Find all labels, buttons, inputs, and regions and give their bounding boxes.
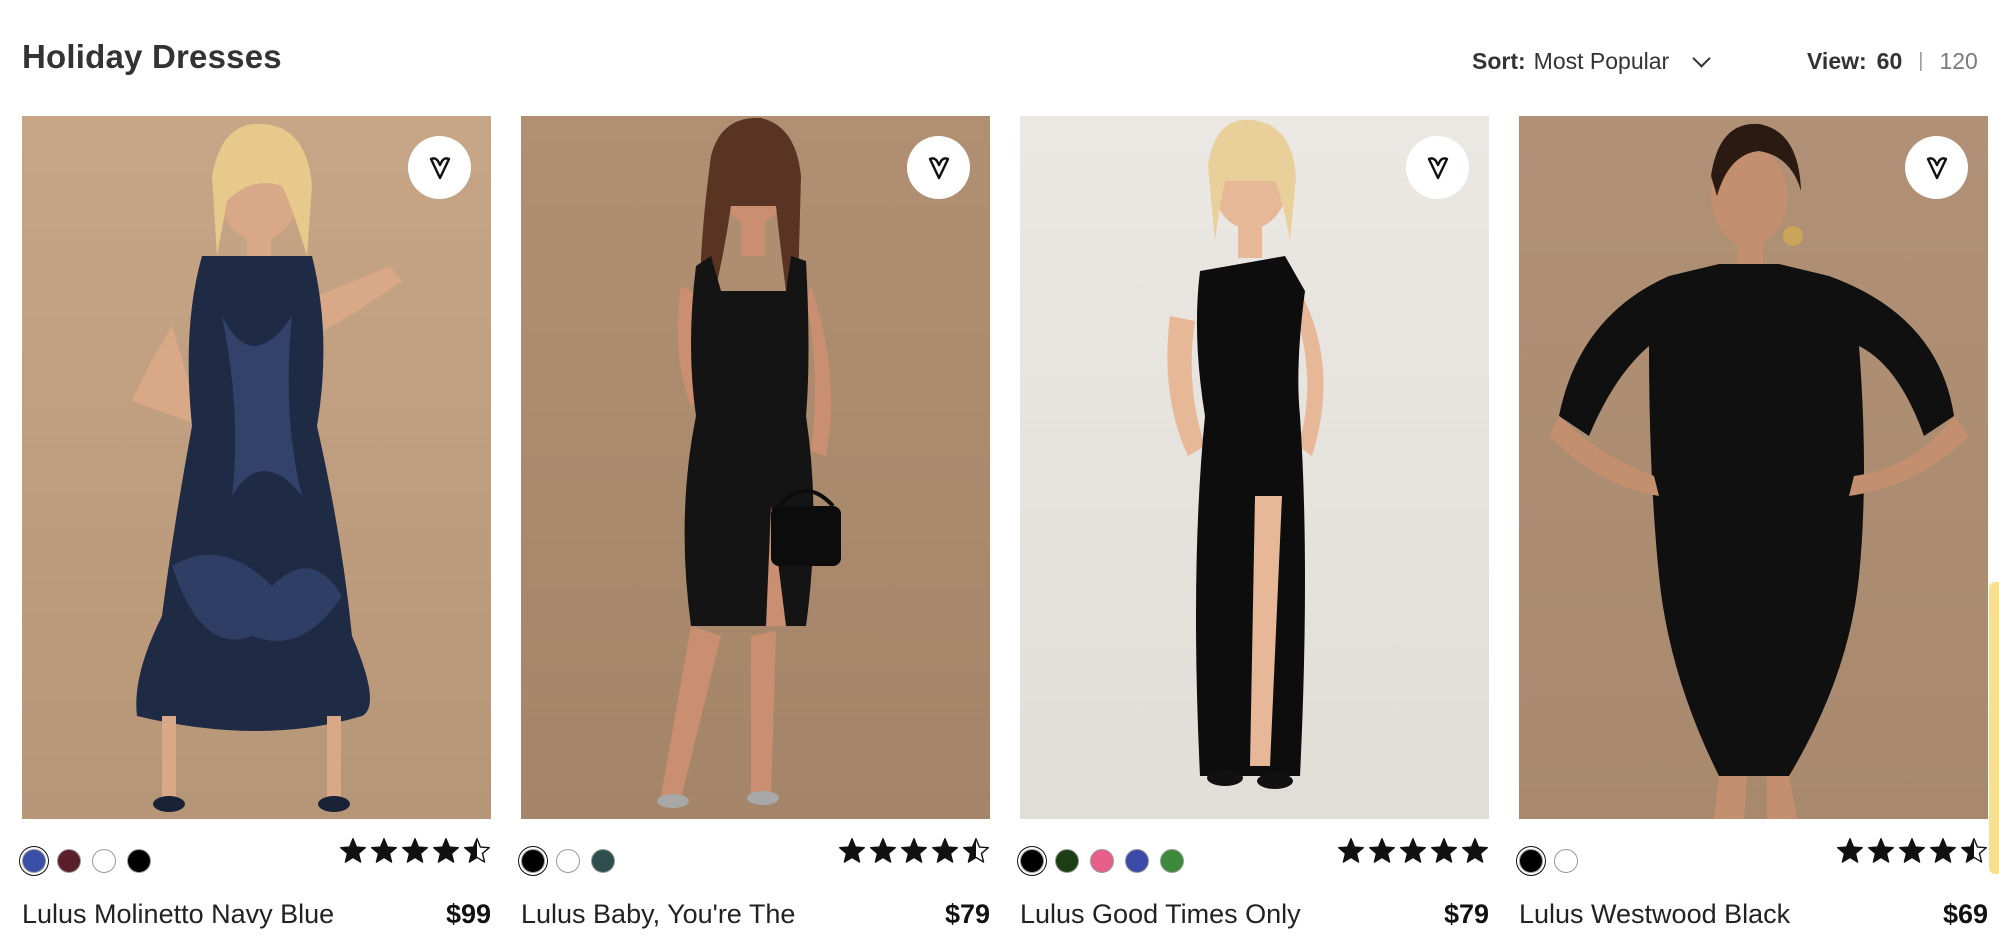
chevron-down-icon[interactable]: [1692, 49, 1711, 68]
sort-dropdown[interactable]: Sort: Most Popular: [1472, 48, 1711, 75]
product-image[interactable]: [22, 116, 491, 819]
side-tab-accent[interactable]: [1989, 582, 1999, 874]
color-swatch-wine[interactable]: [57, 849, 81, 873]
product-name[interactable]: Lulus Molinetto Navy Blue: [22, 899, 334, 930]
star-icon: [340, 838, 366, 863]
star-rating: [838, 837, 990, 865]
color-swatch-dark-green[interactable]: [1055, 849, 1079, 873]
dress-photo: [521, 116, 990, 819]
star-icon: [1462, 838, 1488, 863]
product-card: Lulus Baby, You're The $79: [521, 116, 990, 936]
heart-icon: [1427, 156, 1448, 179]
favorite-button[interactable]: [1406, 136, 1469, 199]
star-icon: [901, 838, 927, 863]
star-icon: [371, 838, 397, 863]
star-icon: [402, 838, 428, 863]
product-card: Lulus Good Times Only $79: [1020, 116, 1489, 936]
product-image[interactable]: [1020, 116, 1489, 819]
color-swatches: [521, 849, 626, 873]
half-star-icon: [1961, 838, 1987, 863]
color-swatch-black[interactable]: [1020, 849, 1044, 873]
product-price: $99: [445, 899, 491, 929]
star-icon: [839, 838, 865, 863]
view-selector: View: 60 | 120: [1807, 48, 1978, 75]
star-icon: [870, 838, 896, 863]
color-swatch-black[interactable]: [521, 849, 545, 873]
color-swatch-blue[interactable]: [1125, 849, 1149, 873]
color-swatch-pink[interactable]: [1090, 849, 1114, 873]
product-card: Lulus Molinetto Navy Blue $99: [22, 116, 491, 936]
product-image[interactable]: [521, 116, 990, 819]
color-swatch-white[interactable]: [556, 849, 580, 873]
half-star-icon: [464, 838, 490, 863]
star-rating: [1836, 837, 1988, 865]
star-icon: [1338, 838, 1364, 863]
color-swatch-black[interactable]: [127, 849, 151, 873]
half-star-icon: [963, 838, 989, 863]
dress-photo: [1519, 116, 1988, 819]
star-icon: [1899, 838, 1925, 863]
view-option-60[interactable]: 60: [1877, 48, 1903, 75]
heart-icon: [1926, 156, 1947, 179]
product-info: Lulus Westwood Black $69: [1519, 819, 1988, 936]
color-swatch-navy[interactable]: [22, 849, 46, 873]
product-info: Lulus Good Times Only $79: [1020, 819, 1489, 936]
sort-value[interactable]: Most Popular: [1534, 48, 1670, 75]
color-swatch-dark-teal[interactable]: [591, 849, 615, 873]
dress-photo: [22, 116, 491, 819]
product-price: $79: [1443, 899, 1489, 929]
star-icon: [1868, 838, 1894, 863]
product-name[interactable]: Lulus Baby, You're The: [521, 899, 795, 930]
star-icon: [1400, 838, 1426, 863]
favorite-button[interactable]: [907, 136, 970, 199]
color-swatch-black[interactable]: [1519, 849, 1543, 873]
star-icon: [1369, 838, 1395, 863]
heart-icon: [429, 156, 450, 179]
color-swatches: [1020, 849, 1195, 873]
view-separator: |: [1918, 50, 1924, 72]
star-icon: [932, 838, 958, 863]
heart-icon: [928, 156, 949, 179]
star-rating: [339, 837, 491, 865]
view-option-120[interactable]: 120: [1939, 48, 1977, 75]
view-label: View:: [1807, 48, 1867, 74]
favorite-button[interactable]: [408, 136, 471, 199]
product-price: $69: [1942, 899, 1988, 929]
dress-photo: [1020, 116, 1489, 819]
star-icon: [433, 838, 459, 863]
sort-label: Sort:: [1472, 48, 1526, 74]
product-name[interactable]: Lulus Westwood Black: [1519, 899, 1790, 930]
color-swatches: [22, 849, 162, 873]
product-price: $79: [944, 899, 990, 929]
product-info: Lulus Baby, You're The $79: [521, 819, 990, 936]
star-icon: [1837, 838, 1863, 863]
product-image[interactable]: [1519, 116, 1988, 819]
color-swatches: [1519, 849, 1589, 873]
color-swatch-white[interactable]: [1554, 849, 1578, 873]
favorite-button[interactable]: [1905, 136, 1968, 199]
star-icon: [1431, 838, 1457, 863]
star-icon: [1930, 838, 1956, 863]
product-info: Lulus Molinetto Navy Blue $99: [22, 819, 491, 936]
star-rating: [1337, 837, 1489, 865]
page-title: Holiday Dresses: [22, 38, 282, 75]
product-card: Lulus Westwood Black $69: [1519, 116, 1988, 936]
color-swatch-green[interactable]: [1160, 849, 1184, 873]
color-swatch-white[interactable]: [92, 849, 116, 873]
product-name[interactable]: Lulus Good Times Only: [1020, 899, 1301, 930]
